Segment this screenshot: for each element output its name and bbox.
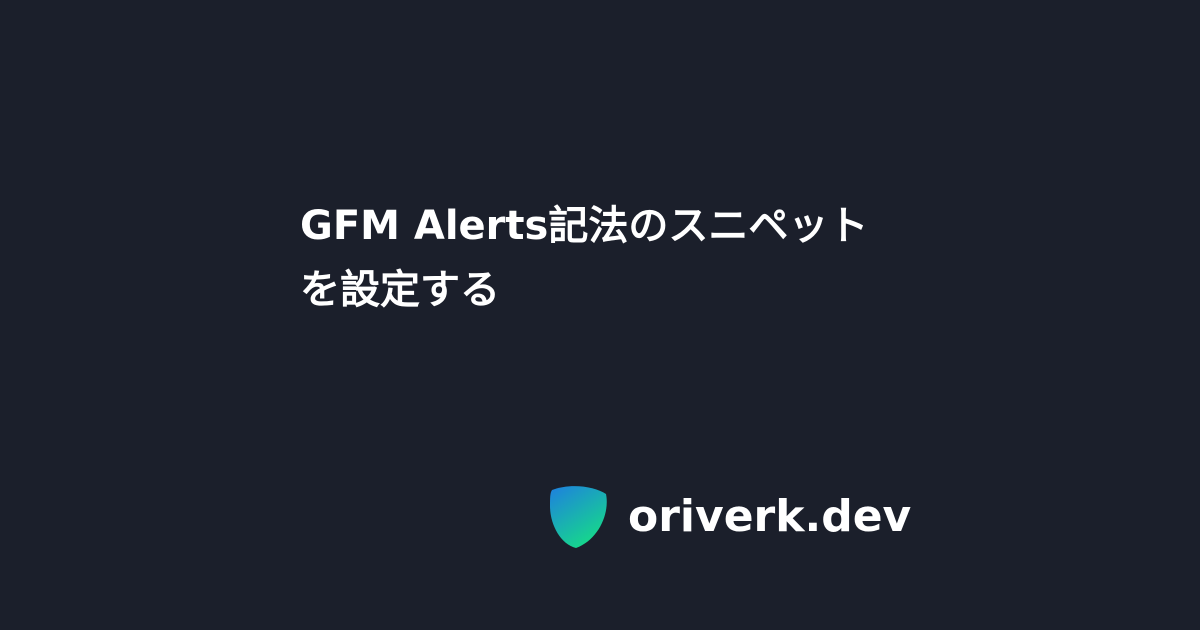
article-title: GFM Alerts記法のスニペットを設定する — [300, 203, 869, 313]
brand-logo-icon — [550, 486, 607, 548]
og-card: GFM Alerts記法のスニペットを設定する oriverk.dev — [0, 0, 1200, 630]
site-name: oriverk.dev — [628, 491, 912, 542]
site-brand: oriverk.dev — [546, 484, 911, 550]
